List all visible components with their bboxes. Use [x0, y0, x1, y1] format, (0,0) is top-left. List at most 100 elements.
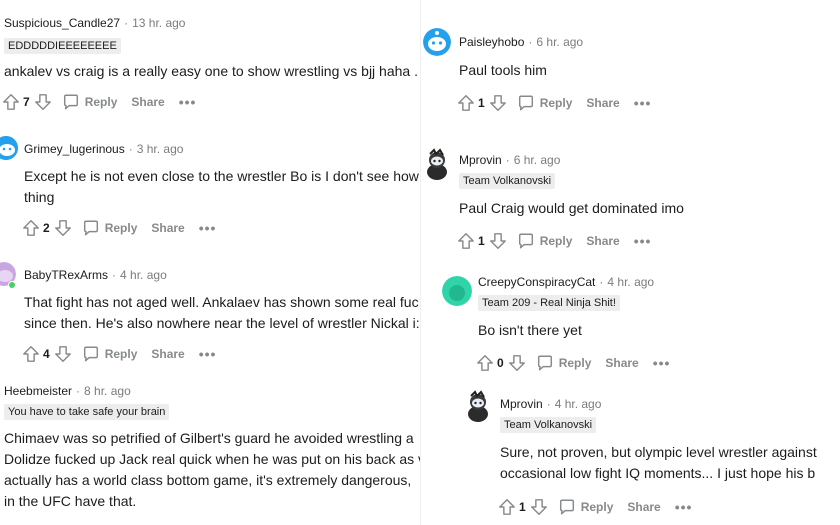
- more-options-button[interactable]: •••: [199, 346, 217, 362]
- username-link[interactable]: Mprovin: [500, 397, 543, 411]
- user-avatar[interactable]: [442, 276, 472, 306]
- username-link[interactable]: CreepyConspiracyCat: [478, 275, 595, 289]
- share-button[interactable]: Share: [605, 356, 638, 370]
- reply-label: Reply: [84, 95, 118, 109]
- more-options-button[interactable]: •••: [634, 233, 652, 249]
- comment-body: Paul tools him: [459, 62, 547, 78]
- more-options-button[interactable]: •••: [199, 220, 217, 236]
- comment-body: Bo isn't there yet: [478, 322, 582, 338]
- user-flair: EDDDDDIEEEEEEEE: [4, 38, 121, 54]
- comment-body-line: Dolidze fucked up Jack real quick when h…: [4, 451, 420, 467]
- snoo-avatar-icon: [468, 390, 488, 422]
- share-button[interactable]: Share: [586, 234, 619, 248]
- vote-count: 2: [43, 221, 50, 235]
- user-avatar[interactable]: [423, 148, 451, 182]
- downvote-icon[interactable]: [530, 498, 548, 516]
- reply-icon: [82, 219, 100, 237]
- share-button[interactable]: Share: [586, 96, 619, 110]
- comment-meta: BabyTRexArms · 4 hr. ago: [24, 268, 167, 282]
- timestamp[interactable]: 6 hr. ago: [536, 35, 583, 49]
- user-flair: You have to take safe your brain: [4, 404, 170, 420]
- reply-label: Reply: [539, 234, 573, 248]
- comment-meta: Mprovin · 6 hr. ago: [459, 153, 560, 167]
- reply-icon: [558, 498, 576, 516]
- comment-body-line: actually has a world class bottom game, …: [4, 472, 412, 488]
- upvote-icon[interactable]: [498, 498, 516, 516]
- comment-body: ankalev vs craig is a really easy one to…: [4, 63, 418, 79]
- meta-separator: ·: [128, 142, 133, 156]
- comment-actions: 1 Reply Share •••: [498, 497, 692, 517]
- online-status-icon: [8, 281, 16, 289]
- reply-button[interactable]: Reply: [536, 354, 592, 372]
- reply-button[interactable]: Reply: [82, 345, 138, 363]
- reply-label: Reply: [104, 347, 138, 361]
- comment-actions: 1 Reply Share •••: [457, 231, 651, 251]
- timestamp[interactable]: 8 hr. ago: [84, 384, 131, 398]
- downvote-icon[interactable]: [489, 94, 507, 112]
- user-avatar[interactable]: [464, 390, 492, 424]
- downvote-icon[interactable]: [489, 232, 507, 250]
- meta-separator: ·: [528, 35, 533, 49]
- downvote-icon[interactable]: [54, 219, 72, 237]
- meta-separator: ·: [112, 268, 117, 282]
- more-options-button[interactable]: •••: [634, 95, 652, 111]
- user-flair: Team Volkanovski: [459, 173, 556, 189]
- upvote-icon[interactable]: [457, 232, 475, 250]
- upvote-icon[interactable]: [457, 94, 475, 112]
- timestamp[interactable]: 3 hr. ago: [137, 142, 184, 156]
- comment-body: Paul Craig would get dominated imo: [459, 200, 684, 216]
- timestamp[interactable]: 13 hr. ago: [132, 16, 185, 30]
- meta-separator: ·: [124, 16, 129, 30]
- upvote-icon[interactable]: [2, 93, 20, 111]
- timestamp[interactable]: 4 hr. ago: [607, 275, 654, 289]
- share-button[interactable]: Share: [131, 95, 164, 109]
- comment-meta: Suspicious_Candle27 · 13 hr. ago: [4, 16, 185, 30]
- comment-body-line: since then. He's also nowhere near the l…: [24, 315, 420, 331]
- downvote-icon[interactable]: [54, 345, 72, 363]
- comment-actions: 2 Reply Share •••: [22, 218, 216, 238]
- reply-button[interactable]: Reply: [82, 219, 138, 237]
- upvote-icon[interactable]: [22, 345, 40, 363]
- user-flair: Team Volkanovski: [500, 417, 597, 433]
- username-link[interactable]: Suspicious_Candle27: [4, 16, 120, 30]
- upvote-icon[interactable]: [476, 354, 494, 372]
- downvote-icon[interactable]: [34, 93, 52, 111]
- more-options-button[interactable]: •••: [675, 499, 693, 515]
- comment-meta: CreepyConspiracyCat · 4 hr. ago: [478, 275, 654, 289]
- share-button[interactable]: Share: [151, 221, 184, 235]
- comment-body-line: occasional low fight IQ moments... I jus…: [500, 465, 816, 481]
- user-avatar[interactable]: [0, 136, 18, 160]
- timestamp[interactable]: 4 hr. ago: [120, 268, 167, 282]
- share-button[interactable]: Share: [151, 347, 184, 361]
- share-button[interactable]: Share: [627, 500, 660, 514]
- timestamp[interactable]: 4 hr. ago: [555, 397, 602, 411]
- reply-icon: [82, 345, 100, 363]
- reply-label: Reply: [104, 221, 138, 235]
- reply-button[interactable]: Reply: [517, 232, 573, 250]
- more-options-button[interactable]: •••: [653, 355, 671, 371]
- reply-button[interactable]: Reply: [62, 93, 118, 111]
- username-link[interactable]: Heebmeister: [4, 384, 72, 398]
- vote-count: 7: [23, 95, 30, 109]
- downvote-icon[interactable]: [508, 354, 526, 372]
- snoo-avatar-icon: [423, 28, 451, 56]
- username-link[interactable]: Mprovin: [459, 153, 502, 167]
- reply-label: Reply: [539, 96, 573, 110]
- reply-icon: [517, 94, 535, 112]
- user-avatar[interactable]: [423, 28, 451, 56]
- reply-button[interactable]: Reply: [517, 94, 573, 112]
- reply-button[interactable]: Reply: [558, 498, 613, 516]
- username-link[interactable]: Paisleyhobo: [459, 35, 524, 49]
- timestamp[interactable]: 6 hr. ago: [514, 153, 561, 167]
- meta-separator: ·: [546, 397, 551, 411]
- more-options-button[interactable]: •••: [179, 94, 197, 110]
- upvote-icon[interactable]: [22, 219, 40, 237]
- comment-body-line: thing: [24, 189, 55, 205]
- reply-icon: [517, 232, 535, 250]
- comment-body-line: That fight has not aged well. Ankalaev h…: [24, 294, 419, 310]
- username-link[interactable]: BabyTRexArms: [24, 268, 108, 282]
- vote-count: 1: [478, 96, 485, 110]
- snoo-avatar-icon: [0, 136, 18, 160]
- username-link[interactable]: Grimey_lugerinous: [24, 142, 125, 156]
- reply-label: Reply: [558, 356, 592, 370]
